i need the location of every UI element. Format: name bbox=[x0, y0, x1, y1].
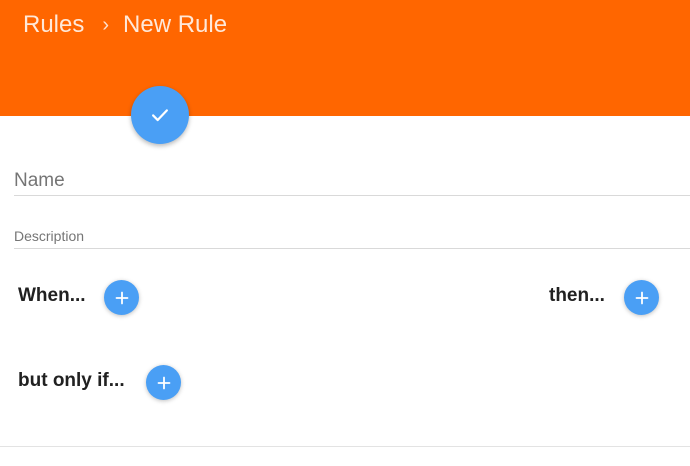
plus-icon bbox=[157, 376, 170, 389]
breadcrumb-separator: › bbox=[102, 13, 110, 36]
app-header: Rules › New Rule bbox=[0, 0, 690, 116]
plus-icon bbox=[635, 291, 648, 304]
description-field[interactable]: Description bbox=[14, 224, 690, 249]
page-title: New Rule bbox=[123, 11, 228, 38]
plus-icon bbox=[115, 291, 128, 304]
description-field-label: Description bbox=[14, 228, 85, 244]
check-icon bbox=[152, 109, 168, 122]
only-if-label: but only if... bbox=[18, 370, 125, 391]
add-condition-button[interactable] bbox=[146, 365, 181, 400]
then-label: then... bbox=[549, 285, 605, 306]
save-button[interactable] bbox=[131, 86, 189, 144]
divider bbox=[0, 446, 690, 447]
name-field[interactable]: Name bbox=[14, 166, 690, 196]
add-trigger-button[interactable] bbox=[104, 280, 139, 315]
breadcrumb-rules[interactable]: Rules bbox=[23, 11, 84, 39]
add-action-button[interactable] bbox=[624, 280, 659, 315]
when-label: When... bbox=[18, 285, 86, 306]
breadcrumb: Rules › New Rule bbox=[23, 10, 227, 40]
name-field-label: Name bbox=[14, 170, 65, 191]
